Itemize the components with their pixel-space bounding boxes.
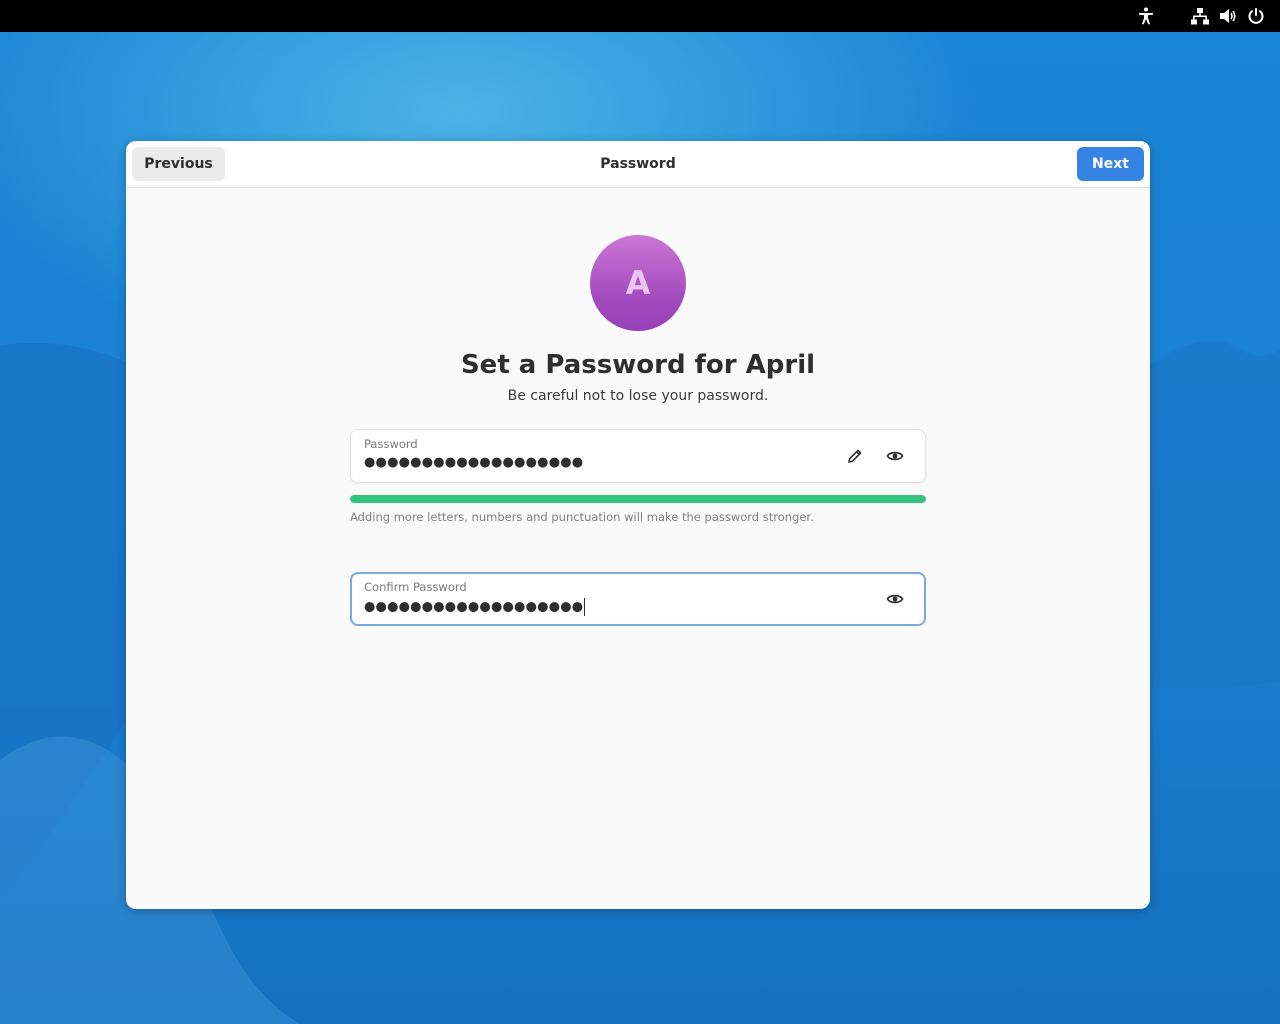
page-heading: Set a Password for April	[460, 350, 816, 380]
previous-button[interactable]: Previous	[132, 147, 225, 181]
network-wired-icon[interactable]	[1190, 6, 1210, 26]
power-icon[interactable]	[1246, 6, 1266, 26]
volume-icon[interactable]	[1218, 6, 1238, 26]
header-bar: Password Previous Next	[126, 141, 1150, 188]
accessibility-icon[interactable]	[1136, 6, 1156, 26]
password-hint: Adding more letters, numbers and punctua…	[350, 510, 814, 524]
password-strength-fill	[350, 495, 926, 503]
confirm-password-field[interactable]: Confirm Password ●●●●●●●●●●●●●●●●●●●	[350, 572, 926, 626]
window-title: Password	[600, 156, 676, 172]
confirm-password-field-label: Confirm Password	[364, 580, 467, 594]
confirm-password-text: ●●●●●●●●●●●●●●●●●●●	[364, 599, 584, 615]
reveal-icon[interactable]	[883, 587, 907, 611]
top-bar	[0, 0, 1280, 32]
password-field[interactable]: Password ●●●●●●●●●●●●●●●●●●●	[350, 429, 926, 483]
setup-window: Password Previous Next A Set a Password …	[126, 141, 1150, 909]
next-button[interactable]: Next	[1077, 147, 1144, 181]
confirm-password-field-value[interactable]: ●●●●●●●●●●●●●●●●●●●	[364, 598, 586, 616]
avatar[interactable]: A	[590, 235, 686, 331]
edit-icon[interactable]	[843, 444, 867, 468]
page-subheading: Be careful not to lose your password.	[507, 388, 769, 404]
password-field-value[interactable]: ●●●●●●●●●●●●●●●●●●●	[364, 455, 583, 470]
password-strength-bar	[350, 495, 926, 503]
text-caret	[584, 598, 586, 616]
reveal-icon[interactable]	[883, 444, 907, 468]
password-field-label: Password	[364, 437, 418, 451]
